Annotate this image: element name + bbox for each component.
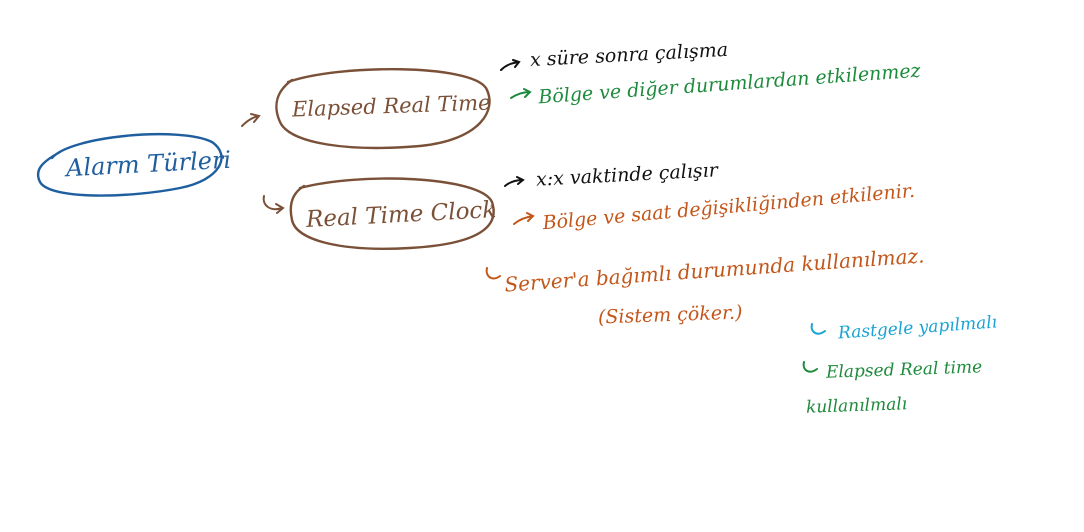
- arrow-root-to-elapsed: [241, 113, 261, 127]
- hook-orange: [485, 267, 501, 280]
- side-note-use: kullanılmalı: [805, 394, 908, 418]
- arrow-black-1: [500, 59, 521, 71]
- hook-cyan: [810, 323, 826, 335]
- arrow-orange: [513, 212, 535, 225]
- arrow-black-2: [504, 176, 525, 187]
- arrow-green: [510, 88, 532, 99]
- rtc-note-4: (Sistem çöker.): [597, 301, 743, 329]
- arrow-root-to-rtc: [262, 195, 285, 214]
- hook-green: [802, 361, 818, 373]
